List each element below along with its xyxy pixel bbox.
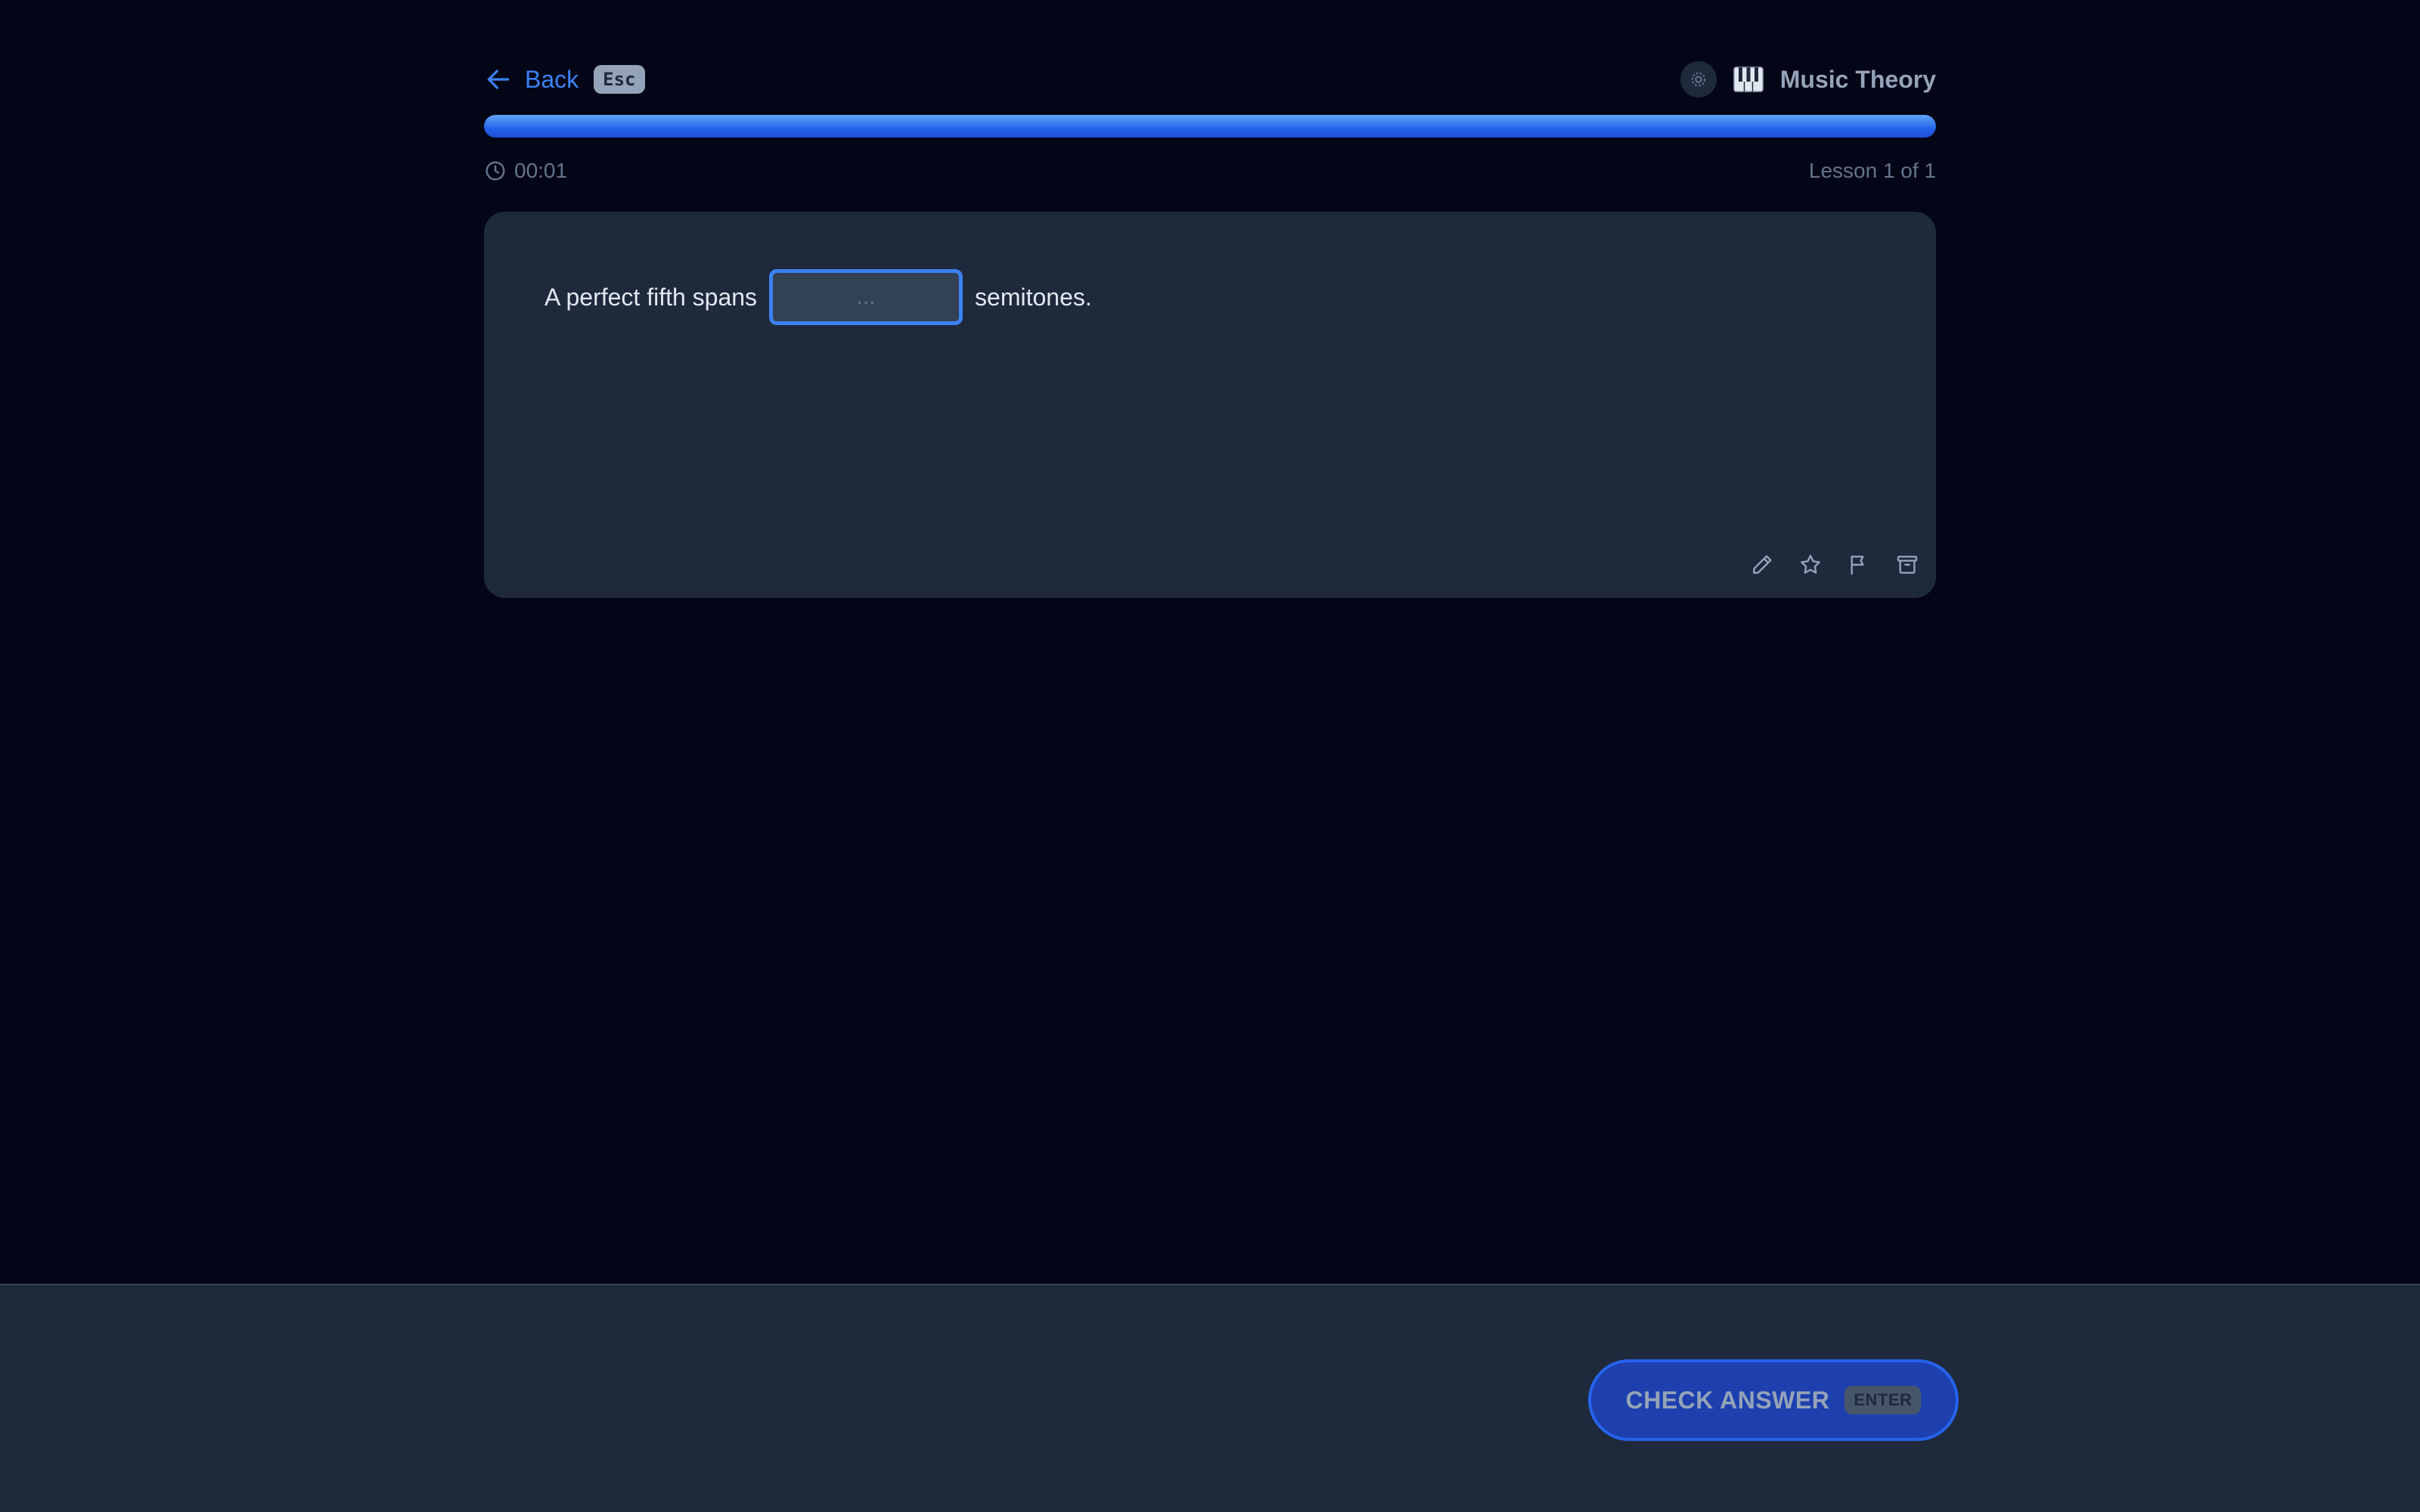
question-suffix: semitones. [975,283,1092,311]
check-answer-button[interactable]: CHECK ANSWER ENTER [1588,1359,1959,1441]
esc-shortcut-badge: Esc [594,65,645,94]
archive-button[interactable] [1894,551,1921,578]
star-icon [1801,554,1820,574]
answer-blank-input[interactable] [769,269,963,325]
course-brand: Music Theory [1680,61,1936,98]
fill-in-blank-question: A perfect fifth spans semitones. [544,269,1092,325]
timer: 00:01 [484,159,567,183]
back-label: Back [525,65,579,93]
report-button[interactable] [1845,551,1872,578]
clock-icon [486,161,505,181]
flag-icon [1851,556,1864,575]
settings-badge[interactable] [1680,61,1717,98]
check-answer-label: CHECK ANSWER [1625,1386,1830,1414]
timer-value: 00:01 [514,159,568,182]
lesson-counter: Lesson 1 of 1 [1808,159,1936,182]
back-button[interactable]: Back Esc [484,65,645,94]
question-card: A perfect fifth spans semitones. [484,212,1936,598]
footer-bar: CHECK ANSWER ENTER [0,1284,2420,1512]
card-actions [1748,551,1921,578]
enter-shortcut-badge: ENTER [1844,1386,1922,1414]
edit-button[interactable] [1748,551,1776,578]
lesson-progress-fill [484,115,1936,138]
app-root: Back Esc Music Theory 00:01 Lesson 1 of … [0,0,2420,1512]
favorite-button[interactable] [1797,551,1824,578]
lesson-progress-bar [484,115,1936,138]
edit-icon [1753,555,1772,574]
gear-icon [1691,72,1705,87]
archive-icon [1897,556,1918,574]
piano-icon [1733,67,1764,92]
meta-row: 00:01 Lesson 1 of 1 [484,154,1936,187]
course-title: Music Theory [1779,65,1936,93]
question-prefix: A perfect fifth spans [544,283,758,311]
arrow-left-icon [487,70,510,89]
header: Back Esc Music Theory [484,53,1936,106]
